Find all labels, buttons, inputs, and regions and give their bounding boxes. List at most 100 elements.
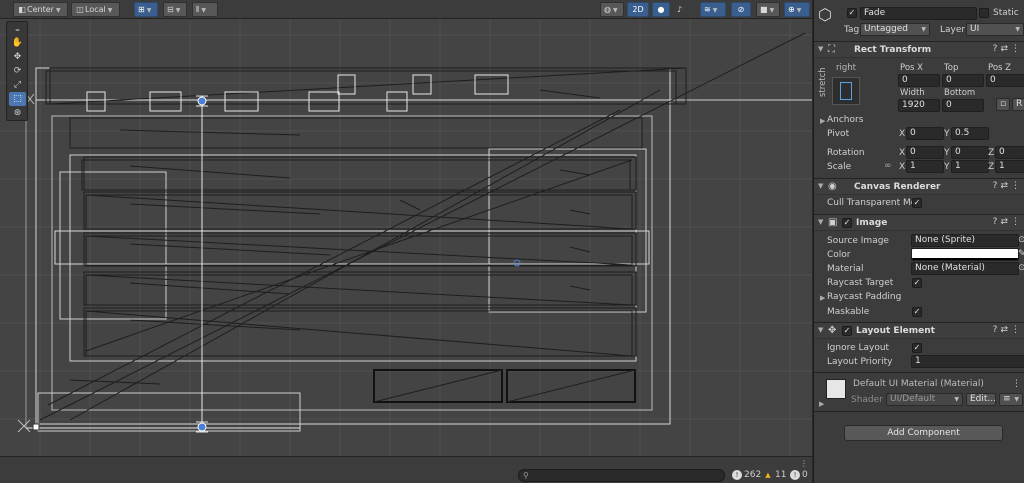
- pivot-rotation-dropdown[interactable]: ◫Local ▼: [71, 2, 120, 17]
- audio-toggle[interactable]: ♪: [673, 2, 695, 17]
- pivot-y-field[interactable]: 0.5: [951, 127, 989, 140]
- scene-canvas[interactable]: [0, 20, 812, 456]
- raycast-padding-label[interactable]: Raycast Padding: [827, 292, 901, 302]
- console-search-input[interactable]: ⚲: [518, 469, 725, 482]
- foldout-arrow-icon[interactable]: ▼: [818, 326, 823, 334]
- object-picker-icon[interactable]: ⊙: [1018, 235, 1024, 245]
- raw-edit-button[interactable]: R: [1012, 98, 1024, 111]
- link-icon[interactable]: ∞: [884, 161, 892, 171]
- rotation-z-field[interactable]: 0: [995, 146, 1024, 159]
- layout-element-enabled-checkbox[interactable]: ✓: [842, 326, 852, 336]
- layout-element-header[interactable]: ▼ ✥ ✓ Layout Element ?⇄⋮: [814, 322, 1024, 339]
- pivot-x-field[interactable]: 0: [906, 127, 944, 140]
- raycast-target-checkbox[interactable]: ✓: [912, 278, 922, 288]
- pivot-mode-dropdown[interactable]: ◧Center ▼: [13, 2, 68, 17]
- lighting-toggle[interactable]: ●: [652, 2, 670, 17]
- rot-z-axis-label: Z: [988, 148, 995, 158]
- shader-list-button[interactable]: ≡ ▼: [999, 393, 1023, 406]
- rect-tool-icon[interactable]: ⬚: [9, 92, 26, 106]
- gizmos-button[interactable]: ⊕ ▼: [784, 2, 810, 17]
- maskable-checkbox[interactable]: ✓: [912, 307, 922, 317]
- width-field[interactable]: 1920: [898, 99, 940, 112]
- transform-tool-icon[interactable]: ⊛: [9, 106, 26, 120]
- rotate-tool-icon[interactable]: ⟳: [9, 64, 26, 78]
- scene-viewport[interactable]: [0, 20, 812, 456]
- layout-element-icon: ✥: [828, 325, 837, 336]
- layout-priority-field[interactable]: 1: [911, 355, 1024, 368]
- source-image-field[interactable]: None (Sprite): [911, 234, 1019, 247]
- warning-icon: ▲: [765, 471, 771, 479]
- shader-label: Shader: [851, 395, 883, 405]
- scale-y-field[interactable]: 1: [951, 160, 989, 173]
- object-name-field[interactable]: Fade: [860, 7, 977, 20]
- layer-dropdown[interactable]: UI ▼: [966, 23, 1024, 36]
- layer-label: Layer: [940, 25, 966, 35]
- component-header-icons[interactable]: ?⇄⋮: [993, 325, 1023, 335]
- scale-x-field[interactable]: 1: [906, 160, 944, 173]
- tag-dropdown[interactable]: Untagged ▼: [860, 23, 930, 36]
- foldout-arrow-icon[interactable]: ▼: [818, 182, 823, 190]
- rect-transform-header[interactable]: ▼ ⛶ Rect Transform ?⇄⋮: [814, 41, 1024, 58]
- eyedropper-icon[interactable]: ✎: [1018, 249, 1024, 259]
- image-enabled-checkbox[interactable]: ✓: [842, 218, 852, 228]
- color-swatch[interactable]: [911, 248, 1019, 261]
- image-header[interactable]: ▼ ▣ ✓ Image ?⇄⋮: [814, 214, 1024, 231]
- error-count[interactable]: ! 0: [790, 470, 808, 480]
- anchor-preset-icon: [840, 82, 852, 100]
- pos-z-field[interactable]: 0: [986, 74, 1024, 87]
- canvas-outlines: [35, 67, 812, 432]
- more-options-icon[interactable]: ⋮: [1012, 379, 1021, 389]
- ignore-layout-checkbox[interactable]: ✓: [912, 343, 922, 353]
- camera-button[interactable]: ■ ▼: [756, 2, 780, 17]
- more-options-icon[interactable]: ⋮: [800, 459, 808, 468]
- object-picker-icon[interactable]: ⊙: [1018, 263, 1024, 273]
- canvas-renderer-header[interactable]: ▼ ◉ Canvas Renderer ?⇄⋮: [814, 178, 1024, 195]
- rotation-y-field[interactable]: 0: [951, 146, 989, 159]
- maskable-label: Maskable: [827, 307, 870, 317]
- material-foldout-icon[interactable]: ▶: [819, 400, 824, 408]
- raycast-padding-foldout-icon[interactable]: ▶: [820, 294, 825, 302]
- audio-icon: ♪: [677, 5, 683, 14]
- hidden-objects-toggle[interactable]: ⊘: [731, 2, 751, 17]
- shader-edit-button[interactable]: Edit...: [966, 393, 996, 406]
- error-icon: !: [790, 470, 800, 480]
- static-checkbox[interactable]: [979, 8, 989, 18]
- top-field[interactable]: 0: [942, 74, 984, 87]
- component-header-icons[interactable]: ?⇄⋮: [993, 44, 1023, 54]
- global-view-button[interactable]: ◍ ▼: [600, 2, 624, 17]
- rotation-x-field[interactable]: 0: [906, 146, 944, 159]
- scene-view[interactable]: ◧Center ▼ ◫Local ▼ ⊞ ▼ ⊟ ▼ ⫴ ▼ ◍ ▼ 2D ● ♪ ≋ ▼ ⊘…: [0, 0, 812, 483]
- anchor-preset-button[interactable]: [832, 77, 860, 105]
- anchors-foldout-icon[interactable]: ▶: [820, 117, 825, 125]
- foldout-arrow-icon[interactable]: ▼: [818, 218, 823, 226]
- move-tool-icon[interactable]: ✥: [9, 50, 26, 64]
- material-field[interactable]: None (Material): [911, 262, 1019, 275]
- effects-toggle[interactable]: ≋ ▼: [700, 2, 726, 17]
- inspector-panel: ⬡ ✓ Fade Static Tag Untagged ▼ Layer UI ▼ …: [813, 0, 1024, 483]
- chevron-down-icon: ▼: [1015, 26, 1020, 33]
- component-header-icons[interactable]: ?⇄⋮: [993, 181, 1023, 191]
- material-label: Material: [827, 264, 864, 274]
- blueprint-mode-button[interactable]: ▫: [996, 98, 1010, 111]
- increment-snapping-button[interactable]: ⊟ ▼: [163, 2, 187, 17]
- active-checkbox[interactable]: ✓: [847, 8, 857, 18]
- grid-snapping-button[interactable]: ⊞ ▼: [134, 2, 158, 17]
- component-header-icons[interactable]: ?⇄⋮: [993, 217, 1023, 227]
- bottom-field[interactable]: 0: [942, 99, 984, 112]
- hand-tool-icon[interactable]: ✋: [9, 36, 26, 50]
- foldout-arrow-icon[interactable]: ▼: [818, 45, 823, 53]
- shader-dropdown[interactable]: UI/Default ▼: [886, 393, 963, 406]
- log-count[interactable]: ! 262: [732, 470, 761, 480]
- canvas-renderer-icon: ◉: [828, 181, 837, 192]
- warning-count[interactable]: ▲ 11: [763, 470, 786, 480]
- scale-tool-icon[interactable]: ⤢: [9, 78, 26, 92]
- list-icon: ≡: [1003, 394, 1011, 404]
- scale-z-field[interactable]: 1: [995, 160, 1024, 173]
- cull-transparent-checkbox[interactable]: ✓: [912, 198, 922, 208]
- add-component-button[interactable]: Add Component: [844, 425, 1003, 441]
- material-preview-thumbnail: [826, 379, 846, 399]
- 2d-mode-button[interactable]: 2D: [627, 2, 649, 17]
- anchors-label[interactable]: Anchors: [827, 115, 863, 125]
- align-button[interactable]: ⫴ ▼: [192, 2, 218, 17]
- pos-x-field[interactable]: 0: [898, 74, 940, 87]
